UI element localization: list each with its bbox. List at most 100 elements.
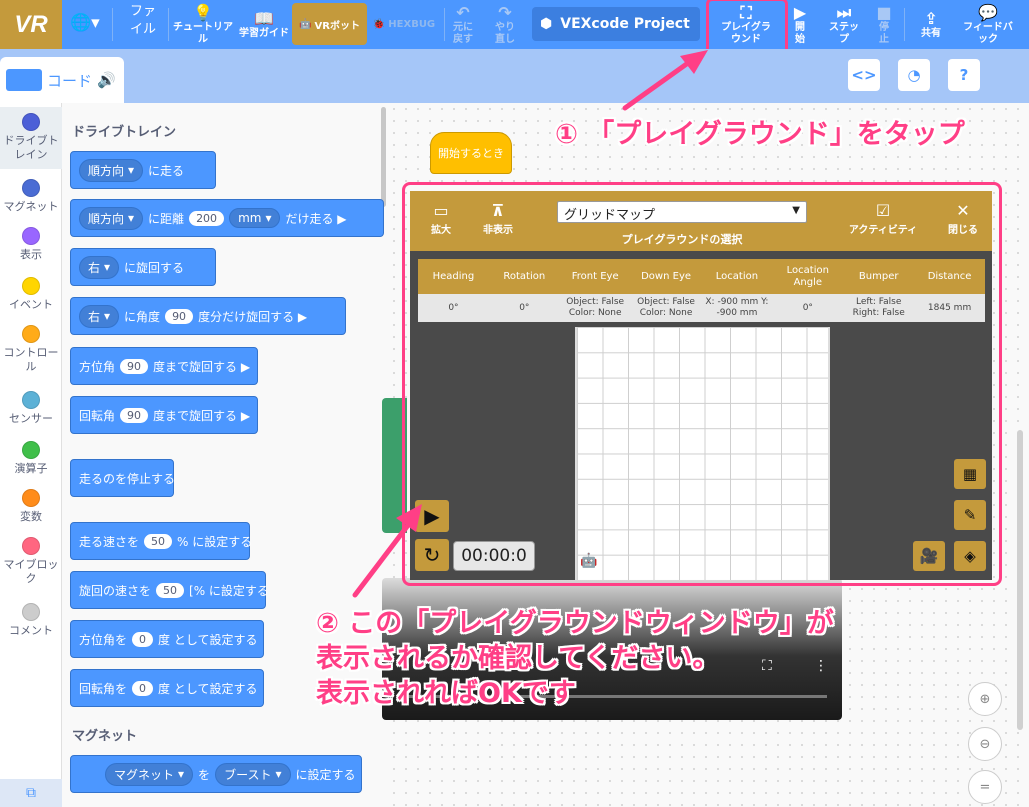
number-input[interactable]: 0 bbox=[132, 680, 154, 696]
block-set-heading[interactable]: 方位角を 0 度 として設定する bbox=[70, 620, 264, 658]
book-icon: 📖 bbox=[254, 8, 274, 28]
hexbug-button[interactable]: 🐞 HEXBUG bbox=[368, 3, 440, 45]
palette-scrollbar[interactable] bbox=[381, 107, 386, 207]
robot-icon: 🤖 bbox=[299, 18, 312, 30]
block-drive[interactable]: 順方向 ▾ に走る bbox=[70, 151, 216, 189]
number-input[interactable]: 50 bbox=[156, 582, 185, 598]
category-variables[interactable]: 変数 bbox=[0, 489, 62, 524]
block-set-drive-velocity[interactable]: 走る速さを 50 % に設定する bbox=[70, 522, 252, 560]
direction-dropdown[interactable]: 順方向 ▾ bbox=[79, 158, 144, 182]
category-control[interactable]: コントロール bbox=[0, 325, 62, 374]
speaker-icon[interactable]: 🔊 bbox=[97, 71, 116, 89]
number-input[interactable]: 200 bbox=[189, 210, 225, 226]
category-my-blocks[interactable]: マイブロック bbox=[0, 537, 62, 586]
zoom-reset-button[interactable]: = bbox=[968, 770, 1002, 804]
activity-icon: ☑ bbox=[875, 201, 891, 220]
magnet-mode-dropdown[interactable]: ブースト ▾ bbox=[215, 762, 291, 786]
globe-icon[interactable]: 🌐▾ bbox=[70, 13, 100, 33]
view-toggle-button[interactable]: ◈ bbox=[954, 541, 986, 571]
select-value: グリッドマップ bbox=[564, 208, 656, 223]
block-text: 方位角を bbox=[79, 632, 128, 647]
hide-button[interactable]: ⊼ 非表示 bbox=[478, 201, 518, 236]
header-down-eye: Down Eye bbox=[641, 270, 692, 282]
turn-direction-dropdown[interactable]: 右 ▾ bbox=[79, 255, 120, 279]
header-distance: Distance bbox=[927, 270, 972, 282]
help-icon: ? bbox=[959, 66, 969, 84]
number-input[interactable]: 90 bbox=[120, 407, 149, 423]
block-set-magnet[interactable]: マグネット ▾ を ブースト ▾ に設定する bbox=[70, 755, 362, 793]
tab-code[interactable]: コード 🔊 bbox=[0, 57, 124, 103]
code-tab-label: コード bbox=[47, 71, 93, 90]
category-dot bbox=[22, 325, 40, 343]
block-turn-for[interactable]: 右 ▾ に角度 90 度分だけ旋回する ▶ bbox=[70, 297, 346, 335]
vr-robot-button[interactable]: 🤖 VRボット bbox=[292, 3, 367, 45]
help-button[interactable]: ? bbox=[948, 59, 980, 91]
learning-guide-button[interactable]: 📖 学習ガイド bbox=[238, 0, 290, 49]
zoom-in-button[interactable]: ⊕ bbox=[968, 682, 1002, 716]
annotation-step2: ② この「プレイグラウンドウィンドウ」が 表示されるか確認してください。 表示さ… bbox=[316, 606, 834, 711]
grid-map-view bbox=[575, 327, 830, 580]
category-comments[interactable]: コメント bbox=[0, 603, 62, 638]
zoom-out-button[interactable]: ⊖ bbox=[968, 727, 1002, 761]
share-button[interactable]: ⇪ 共有 bbox=[912, 0, 950, 49]
category-looks[interactable]: 表示 bbox=[0, 227, 62, 262]
block-drive-for[interactable]: 順方向 ▾ に距離 200 mm ▾ だけ走る ▶ bbox=[70, 199, 384, 237]
undo-icon: ↶ bbox=[456, 2, 470, 22]
activity-button[interactable]: ☑ アクティビティ bbox=[846, 201, 920, 236]
category-events[interactable]: イベント bbox=[0, 277, 62, 312]
redo-icon: ↷ bbox=[498, 2, 512, 22]
block-stop-driving[interactable]: 走るのを停止する bbox=[70, 459, 175, 497]
block-set-turn-velocity[interactable]: 旋回の速さを 50 [% に設定する bbox=[70, 571, 269, 609]
start-button[interactable]: ▶ 開始 bbox=[788, 0, 812, 49]
number-input[interactable]: 50 bbox=[144, 533, 173, 549]
unit-dropdown[interactable]: mm ▾ bbox=[229, 208, 281, 228]
redo-button[interactable]: ↷ やり直し bbox=[490, 0, 520, 49]
dropdown-value: 順方向 bbox=[88, 163, 125, 178]
category-dot bbox=[22, 603, 40, 621]
expand-button[interactable]: ▭ 拡大 bbox=[422, 201, 460, 236]
divider bbox=[168, 8, 169, 41]
category-magnet[interactable]: マグネット bbox=[0, 179, 62, 214]
number-input[interactable]: 90 bbox=[165, 308, 194, 324]
file-menu[interactable]: ファイル bbox=[126, 3, 160, 39]
value-location: X: -900 mm Y: -900 mm bbox=[705, 297, 769, 318]
dashboard-button[interactable]: ◔ bbox=[898, 59, 930, 91]
direction-dropdown[interactable]: 順方向 ▾ bbox=[79, 206, 144, 230]
block-set-rotation[interactable]: 回転角を 0 度 として設定する bbox=[70, 669, 264, 707]
header-bumper: Bumper bbox=[858, 270, 899, 282]
block-turn[interactable]: 右 ▾ に旋回する bbox=[70, 248, 216, 286]
value-distance: 1845 mm bbox=[927, 302, 972, 313]
activity-label: アクティビティ bbox=[848, 225, 918, 236]
stop-button[interactable]: ■ 停止 bbox=[872, 0, 896, 49]
code-view-button[interactable]: <> bbox=[848, 59, 880, 91]
turn-direction-dropdown[interactable]: 右 ▾ bbox=[79, 304, 120, 328]
camera-button[interactable]: 🎥 bbox=[913, 541, 945, 571]
category-sidebar: ドライブトレイン マグネット 表示 イベント コントロール センサー 演算子 変… bbox=[0, 103, 62, 807]
tutorial-button[interactable]: 💡 チュートリアル bbox=[172, 0, 234, 49]
pen-icon: ✎ bbox=[963, 506, 977, 524]
extension-button[interactable]: ⧉ bbox=[0, 779, 62, 807]
project-name-field[interactable]: ⬢ VEXcode Project bbox=[532, 7, 700, 41]
block-turn-to-rotation[interactable]: 回転角 90 度まで旋回する ▶ bbox=[70, 396, 258, 434]
playground-select[interactable]: グリッドマップ ▼ bbox=[557, 201, 807, 223]
workspace-scrollbar[interactable] bbox=[1017, 430, 1023, 730]
stop-icon: ■ bbox=[876, 2, 892, 22]
robot-icon: 🤖 bbox=[580, 553, 598, 569]
block-turn-to-heading[interactable]: 方位角 90 度まで旋回する ▶ bbox=[70, 347, 258, 385]
feedback-button[interactable]: 💬 フィードバック bbox=[958, 0, 1018, 49]
magnet-dropdown[interactable]: マグネット ▾ bbox=[105, 762, 194, 786]
number-input[interactable]: 90 bbox=[120, 358, 149, 374]
category-drivetrain[interactable]: ドライブトレイン bbox=[0, 107, 62, 169]
share-label: 共有 bbox=[921, 27, 941, 39]
undo-button[interactable]: ↶ 元に戻す bbox=[448, 0, 478, 49]
hexagon-icon: ⬢ bbox=[540, 16, 553, 32]
close-button[interactable]: ✕ 閉じる bbox=[944, 201, 982, 236]
when-started-block[interactable]: 開始するとき bbox=[430, 132, 512, 174]
category-sensing[interactable]: センサー bbox=[0, 391, 62, 426]
pen-button[interactable]: ✎ bbox=[954, 500, 986, 530]
category-operators[interactable]: 演算子 bbox=[0, 441, 62, 476]
data-table-button[interactable]: ▦ bbox=[954, 459, 986, 489]
step-button[interactable]: ⏭ ステップ bbox=[820, 0, 868, 49]
number-input[interactable]: 0 bbox=[132, 631, 154, 647]
zoom-in-icon: ⊕ bbox=[979, 691, 991, 707]
